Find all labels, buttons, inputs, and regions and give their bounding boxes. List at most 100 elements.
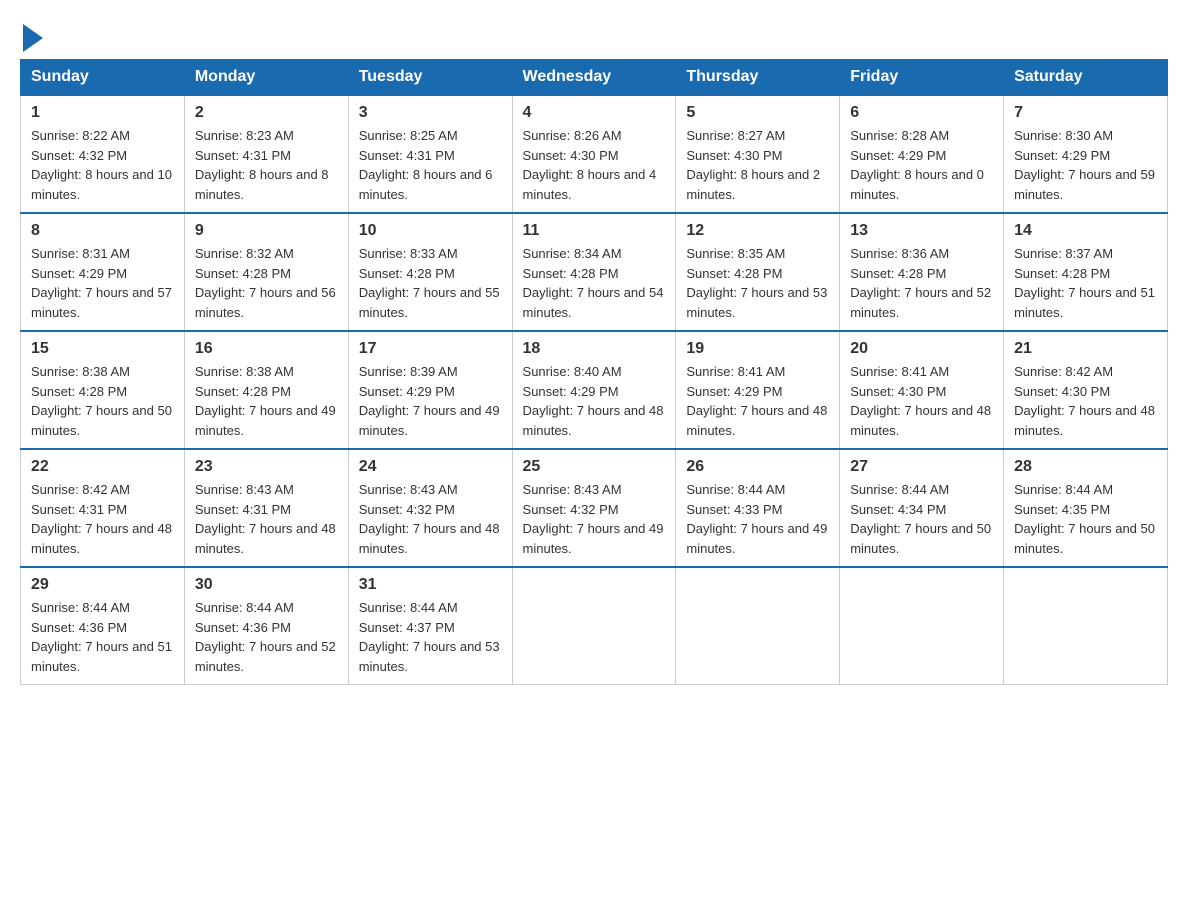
- day-number: 2: [195, 104, 338, 122]
- day-number: 16: [195, 340, 338, 358]
- day-info: Sunrise: 8:37 AM Sunset: 4:28 PM Dayligh…: [1014, 244, 1157, 322]
- calendar-week-row: 1 Sunrise: 8:22 AM Sunset: 4:32 PM Dayli…: [21, 95, 1168, 213]
- calendar-week-row: 15 Sunrise: 8:38 AM Sunset: 4:28 PM Dayl…: [21, 331, 1168, 449]
- calendar-cell: 1 Sunrise: 8:22 AM Sunset: 4:32 PM Dayli…: [21, 95, 185, 213]
- calendar-cell: 28 Sunrise: 8:44 AM Sunset: 4:35 PM Dayl…: [1004, 449, 1168, 567]
- day-info: Sunrise: 8:44 AM Sunset: 4:33 PM Dayligh…: [686, 480, 829, 558]
- day-number: 1: [31, 104, 174, 122]
- day-number: 31: [359, 576, 502, 594]
- calendar-cell: 2 Sunrise: 8:23 AM Sunset: 4:31 PM Dayli…: [184, 95, 348, 213]
- calendar-cell: 14 Sunrise: 8:37 AM Sunset: 4:28 PM Dayl…: [1004, 213, 1168, 331]
- day-number: 11: [523, 222, 666, 240]
- calendar-cell: 3 Sunrise: 8:25 AM Sunset: 4:31 PM Dayli…: [348, 95, 512, 213]
- calendar-cell: [1004, 567, 1168, 685]
- day-number: 12: [686, 222, 829, 240]
- day-info: Sunrise: 8:26 AM Sunset: 4:30 PM Dayligh…: [523, 126, 666, 204]
- calendar-cell: 23 Sunrise: 8:43 AM Sunset: 4:31 PM Dayl…: [184, 449, 348, 567]
- day-number: 8: [31, 222, 174, 240]
- day-number: 10: [359, 222, 502, 240]
- day-number: 15: [31, 340, 174, 358]
- calendar-cell: 11 Sunrise: 8:34 AM Sunset: 4:28 PM Dayl…: [512, 213, 676, 331]
- weekday-header-sunday: Sunday: [21, 60, 185, 96]
- weekday-header-row: SundayMondayTuesdayWednesdayThursdayFrid…: [21, 60, 1168, 96]
- day-number: 20: [850, 340, 993, 358]
- day-info: Sunrise: 8:25 AM Sunset: 4:31 PM Dayligh…: [359, 126, 502, 204]
- day-info: Sunrise: 8:44 AM Sunset: 4:37 PM Dayligh…: [359, 598, 502, 676]
- weekday-header-tuesday: Tuesday: [348, 60, 512, 96]
- calendar-cell: 16 Sunrise: 8:38 AM Sunset: 4:28 PM Dayl…: [184, 331, 348, 449]
- calendar-cell: 15 Sunrise: 8:38 AM Sunset: 4:28 PM Dayl…: [21, 331, 185, 449]
- day-info: Sunrise: 8:43 AM Sunset: 4:32 PM Dayligh…: [523, 480, 666, 558]
- day-number: 19: [686, 340, 829, 358]
- day-number: 24: [359, 458, 502, 476]
- day-info: Sunrise: 8:31 AM Sunset: 4:29 PM Dayligh…: [31, 244, 174, 322]
- page-header: [20, 20, 1168, 49]
- calendar-cell: 27 Sunrise: 8:44 AM Sunset: 4:34 PM Dayl…: [840, 449, 1004, 567]
- calendar-cell: [512, 567, 676, 685]
- calendar-cell: 8 Sunrise: 8:31 AM Sunset: 4:29 PM Dayli…: [21, 213, 185, 331]
- calendar-cell: 24 Sunrise: 8:43 AM Sunset: 4:32 PM Dayl…: [348, 449, 512, 567]
- day-info: Sunrise: 8:28 AM Sunset: 4:29 PM Dayligh…: [850, 126, 993, 204]
- day-info: Sunrise: 8:27 AM Sunset: 4:30 PM Dayligh…: [686, 126, 829, 204]
- calendar-cell: 10 Sunrise: 8:33 AM Sunset: 4:28 PM Dayl…: [348, 213, 512, 331]
- day-info: Sunrise: 8:40 AM Sunset: 4:29 PM Dayligh…: [523, 362, 666, 440]
- day-info: Sunrise: 8:43 AM Sunset: 4:31 PM Dayligh…: [195, 480, 338, 558]
- calendar-cell: 26 Sunrise: 8:44 AM Sunset: 4:33 PM Dayl…: [676, 449, 840, 567]
- calendar-body: 1 Sunrise: 8:22 AM Sunset: 4:32 PM Dayli…: [21, 95, 1168, 685]
- calendar-cell: 18 Sunrise: 8:40 AM Sunset: 4:29 PM Dayl…: [512, 331, 676, 449]
- calendar-cell: 31 Sunrise: 8:44 AM Sunset: 4:37 PM Dayl…: [348, 567, 512, 685]
- calendar-week-row: 8 Sunrise: 8:31 AM Sunset: 4:29 PM Dayli…: [21, 213, 1168, 331]
- day-number: 21: [1014, 340, 1157, 358]
- day-number: 14: [1014, 222, 1157, 240]
- calendar-cell: 12 Sunrise: 8:35 AM Sunset: 4:28 PM Dayl…: [676, 213, 840, 331]
- day-info: Sunrise: 8:38 AM Sunset: 4:28 PM Dayligh…: [31, 362, 174, 440]
- weekday-header-thursday: Thursday: [676, 60, 840, 96]
- calendar-cell: 9 Sunrise: 8:32 AM Sunset: 4:28 PM Dayli…: [184, 213, 348, 331]
- calendar-cell: [840, 567, 1004, 685]
- day-number: 5: [686, 104, 829, 122]
- day-info: Sunrise: 8:44 AM Sunset: 4:36 PM Dayligh…: [195, 598, 338, 676]
- day-info: Sunrise: 8:44 AM Sunset: 4:34 PM Dayligh…: [850, 480, 993, 558]
- calendar-week-row: 22 Sunrise: 8:42 AM Sunset: 4:31 PM Dayl…: [21, 449, 1168, 567]
- day-number: 27: [850, 458, 993, 476]
- day-number: 3: [359, 104, 502, 122]
- weekday-header-friday: Friday: [840, 60, 1004, 96]
- day-info: Sunrise: 8:42 AM Sunset: 4:31 PM Dayligh…: [31, 480, 174, 558]
- calendar-week-row: 29 Sunrise: 8:44 AM Sunset: 4:36 PM Dayl…: [21, 567, 1168, 685]
- day-number: 7: [1014, 104, 1157, 122]
- day-number: 4: [523, 104, 666, 122]
- calendar-header: SundayMondayTuesdayWednesdayThursdayFrid…: [21, 60, 1168, 96]
- day-number: 22: [31, 458, 174, 476]
- calendar-cell: 22 Sunrise: 8:42 AM Sunset: 4:31 PM Dayl…: [21, 449, 185, 567]
- weekday-header-wednesday: Wednesday: [512, 60, 676, 96]
- calendar-cell: 5 Sunrise: 8:27 AM Sunset: 4:30 PM Dayli…: [676, 95, 840, 213]
- day-info: Sunrise: 8:44 AM Sunset: 4:36 PM Dayligh…: [31, 598, 174, 676]
- day-info: Sunrise: 8:42 AM Sunset: 4:30 PM Dayligh…: [1014, 362, 1157, 440]
- day-number: 18: [523, 340, 666, 358]
- weekday-header-saturday: Saturday: [1004, 60, 1168, 96]
- calendar-table: SundayMondayTuesdayWednesdayThursdayFrid…: [20, 59, 1168, 685]
- day-info: Sunrise: 8:36 AM Sunset: 4:28 PM Dayligh…: [850, 244, 993, 322]
- day-number: 29: [31, 576, 174, 594]
- day-info: Sunrise: 8:30 AM Sunset: 4:29 PM Dayligh…: [1014, 126, 1157, 204]
- day-info: Sunrise: 8:43 AM Sunset: 4:32 PM Dayligh…: [359, 480, 502, 558]
- calendar-cell: 30 Sunrise: 8:44 AM Sunset: 4:36 PM Dayl…: [184, 567, 348, 685]
- day-info: Sunrise: 8:22 AM Sunset: 4:32 PM Dayligh…: [31, 126, 174, 204]
- day-info: Sunrise: 8:35 AM Sunset: 4:28 PM Dayligh…: [686, 244, 829, 322]
- day-number: 6: [850, 104, 993, 122]
- day-number: 17: [359, 340, 502, 358]
- day-info: Sunrise: 8:38 AM Sunset: 4:28 PM Dayligh…: [195, 362, 338, 440]
- day-info: Sunrise: 8:39 AM Sunset: 4:29 PM Dayligh…: [359, 362, 502, 440]
- logo: [20, 20, 43, 49]
- calendar-cell: 19 Sunrise: 8:41 AM Sunset: 4:29 PM Dayl…: [676, 331, 840, 449]
- calendar-cell: 6 Sunrise: 8:28 AM Sunset: 4:29 PM Dayli…: [840, 95, 1004, 213]
- day-info: Sunrise: 8:33 AM Sunset: 4:28 PM Dayligh…: [359, 244, 502, 322]
- calendar-cell: 29 Sunrise: 8:44 AM Sunset: 4:36 PM Dayl…: [21, 567, 185, 685]
- day-info: Sunrise: 8:34 AM Sunset: 4:28 PM Dayligh…: [523, 244, 666, 322]
- calendar-cell: 25 Sunrise: 8:43 AM Sunset: 4:32 PM Dayl…: [512, 449, 676, 567]
- day-info: Sunrise: 8:23 AM Sunset: 4:31 PM Dayligh…: [195, 126, 338, 204]
- day-number: 23: [195, 458, 338, 476]
- calendar-cell: 7 Sunrise: 8:30 AM Sunset: 4:29 PM Dayli…: [1004, 95, 1168, 213]
- day-number: 30: [195, 576, 338, 594]
- day-number: 9: [195, 222, 338, 240]
